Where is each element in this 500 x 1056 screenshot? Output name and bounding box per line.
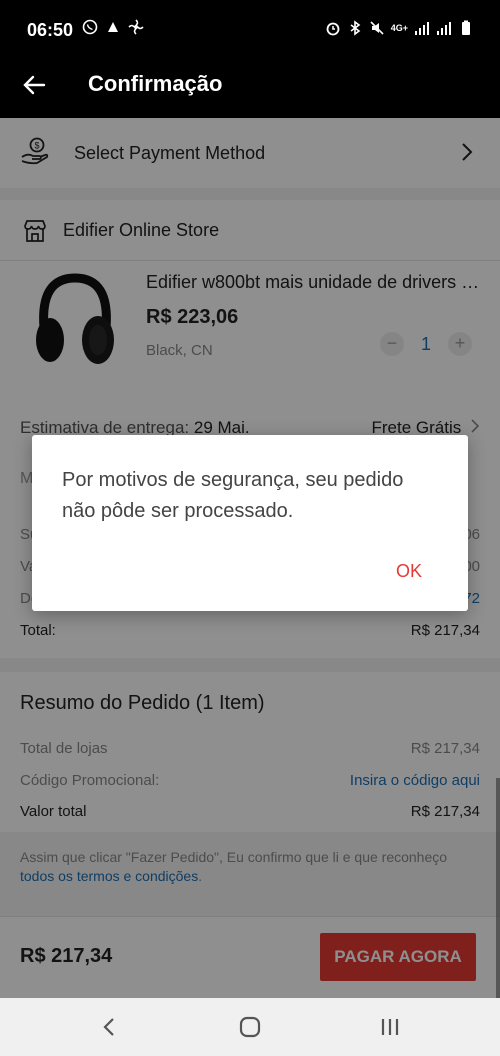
page-title: Confirmação: [88, 71, 223, 96]
back-nav-icon[interactable]: [98, 1015, 122, 1039]
alert-dialog: Por motivos de segurança, seu pedido não…: [32, 435, 468, 611]
signal-icon: [415, 22, 429, 35]
status-time: 06:50: [27, 20, 74, 40]
home-nav-icon[interactable]: [238, 1015, 262, 1039]
notification-icons: [82, 19, 144, 35]
system-icons: 4G+: [325, 20, 474, 36]
network-type-label: 4G+: [390, 23, 408, 33]
recent-apps-icon[interactable]: [378, 1015, 402, 1039]
back-arrow-icon[interactable]: [22, 72, 48, 98]
signal-icon: [437, 22, 451, 35]
battery-icon: [462, 20, 470, 35]
status-bar: 06:50 4G+: [0, 0, 500, 62]
ok-button[interactable]: OK: [396, 561, 422, 582]
app-bar: Confirmação: [0, 62, 500, 118]
dialog-message: Por motivos de segurança, seu pedido não…: [62, 469, 404, 522]
system-nav-bar: [0, 998, 500, 1056]
app-notification-icon: [108, 22, 118, 32]
bluetooth-icon: [350, 20, 361, 36]
fan-icon: [128, 19, 144, 35]
alarm-icon: [326, 22, 340, 36]
whatsapp-icon: [82, 19, 98, 35]
mute-icon: [370, 21, 384, 35]
